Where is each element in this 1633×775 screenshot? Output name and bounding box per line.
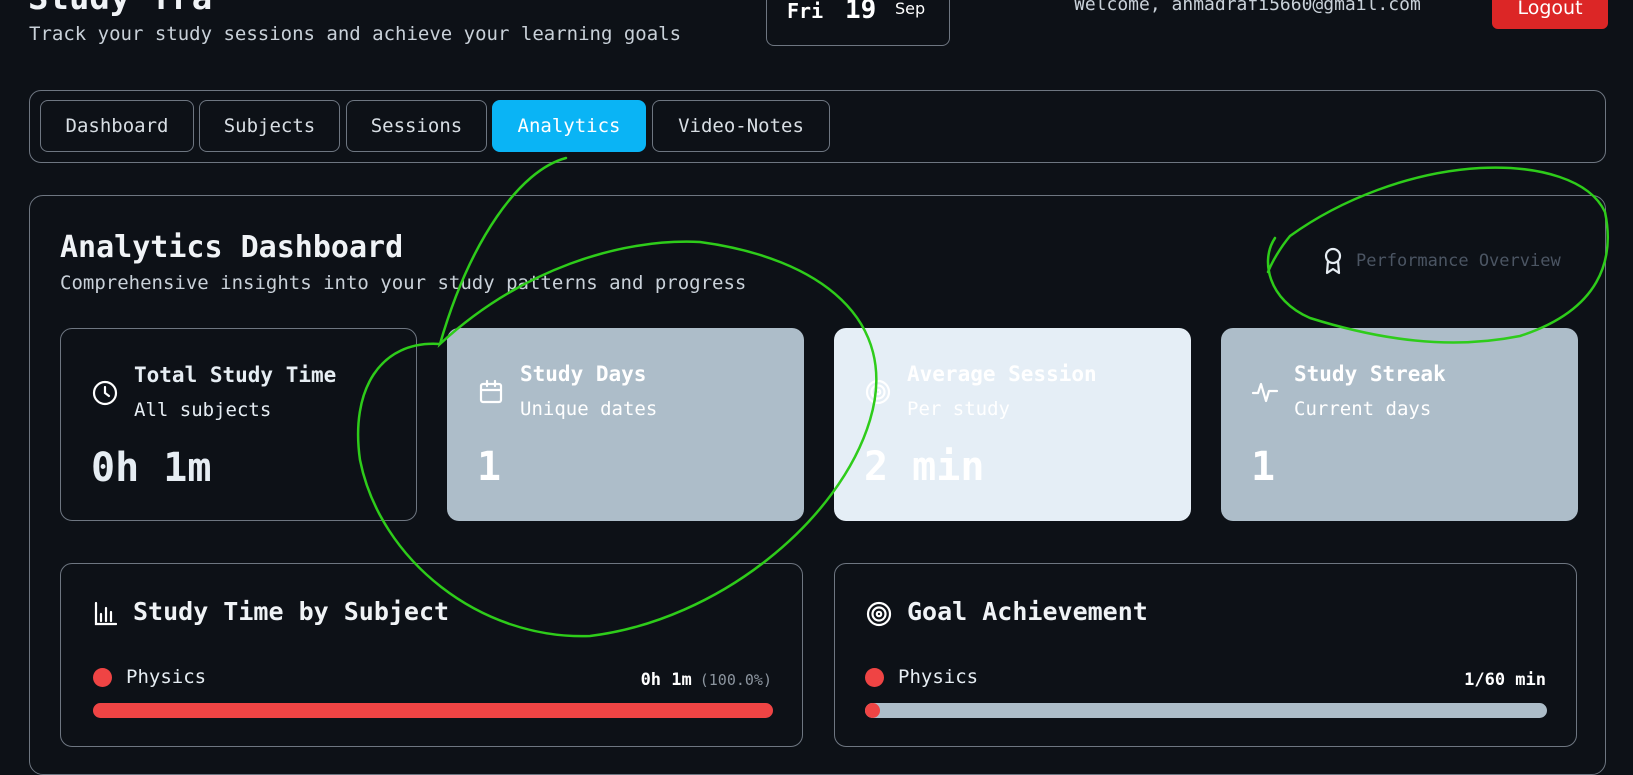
subject-name: Physics: [126, 666, 207, 688]
subject-color-dot: [865, 667, 884, 687]
stat-card-study-days: Study Days Unique dates 1: [447, 328, 804, 521]
stat-card-average-session: Average Session Per study 2 min: [834, 328, 1191, 521]
activity-icon: [1251, 382, 1279, 403]
stat-card-subtitle: Unique dates: [520, 398, 658, 420]
goal-progress-fill: [865, 703, 880, 718]
subject-time-percent: (100.0%): [699, 671, 772, 689]
stat-card-value: 0h 1m: [91, 445, 212, 491]
subject-time: 0h 1m (100.0%): [641, 670, 772, 690]
goal-subject-name: Physics: [898, 666, 979, 688]
bar-chart-icon: [94, 601, 117, 626]
goal-achievement-section: Goal Achievement Physics 1/60 min: [834, 563, 1577, 747]
subject-row: Physics: [93, 666, 206, 688]
goal-row: Physics: [865, 666, 978, 688]
tab-sessions[interactable]: Sessions: [346, 100, 487, 152]
section-title: Goal Achievement: [907, 597, 1148, 626]
page-subtitle: Comprehensive insights into your study p…: [60, 272, 747, 294]
subject-progress-fill: [93, 703, 773, 718]
goal-progress-track: [865, 703, 1547, 718]
performance-overview-label: Performance Overview: [1356, 251, 1561, 271]
date-day: Fri: [787, 0, 824, 23]
stat-card-study-streak: Study Streak Current days 1: [1221, 328, 1578, 521]
logout-button[interactable]: Logout: [1492, 0, 1608, 29]
tab-subjects[interactable]: Subjects: [199, 100, 340, 152]
app-title: Study Tra: [28, 0, 212, 18]
subject-time-value: 0h 1m: [640, 670, 692, 690]
stat-card-total-time: Total Study Time All subjects 0h 1m: [60, 328, 417, 521]
stat-card-title: Study Streak: [1294, 362, 1446, 386]
tab-video-notes[interactable]: Video-Notes: [652, 100, 830, 152]
target-icon: [866, 601, 892, 627]
study-time-by-subject-section: Study Time by Subject Physics 0h 1m (100…: [60, 563, 803, 747]
stat-card-value: 1: [1251, 444, 1276, 490]
stat-card-subtitle: All subjects: [134, 399, 272, 421]
goal-progress-value: 1/60 min: [1464, 670, 1546, 690]
clock-icon: [92, 380, 118, 406]
award-icon: [1324, 247, 1342, 275]
date-number: 19: [845, 0, 877, 25]
stat-card-value: 2 min: [864, 444, 985, 490]
page-title: Analytics Dashboard: [60, 230, 404, 265]
stat-card-value: 1: [477, 444, 502, 490]
stat-card-subtitle: Current days: [1294, 398, 1432, 420]
target-icon: [865, 379, 891, 405]
stat-card-title: Total Study Time: [134, 363, 337, 387]
welcome-text: Welcome, ahmadrafi5660@gmail.com: [1074, 0, 1421, 15]
subject-progress-track: [93, 703, 773, 718]
app-subtitle: Track your study sessions and achieve yo…: [29, 23, 682, 45]
date-month: Sep: [895, 0, 926, 18]
date-display: Fri 19 Sep: [766, 0, 950, 46]
stat-card-title: Study Days: [520, 362, 647, 386]
tab-dashboard[interactable]: Dashboard: [40, 100, 194, 152]
subject-color-dot: [93, 667, 112, 687]
tab-analytics[interactable]: Analytics: [492, 100, 646, 152]
calendar-icon: [479, 379, 503, 404]
performance-overview[interactable]: Performance Overview: [1322, 247, 1561, 275]
stat-card-subtitle: Per study: [907, 398, 1010, 420]
section-title: Study Time by Subject: [133, 597, 450, 626]
stat-card-title: Average Session: [907, 362, 1097, 386]
